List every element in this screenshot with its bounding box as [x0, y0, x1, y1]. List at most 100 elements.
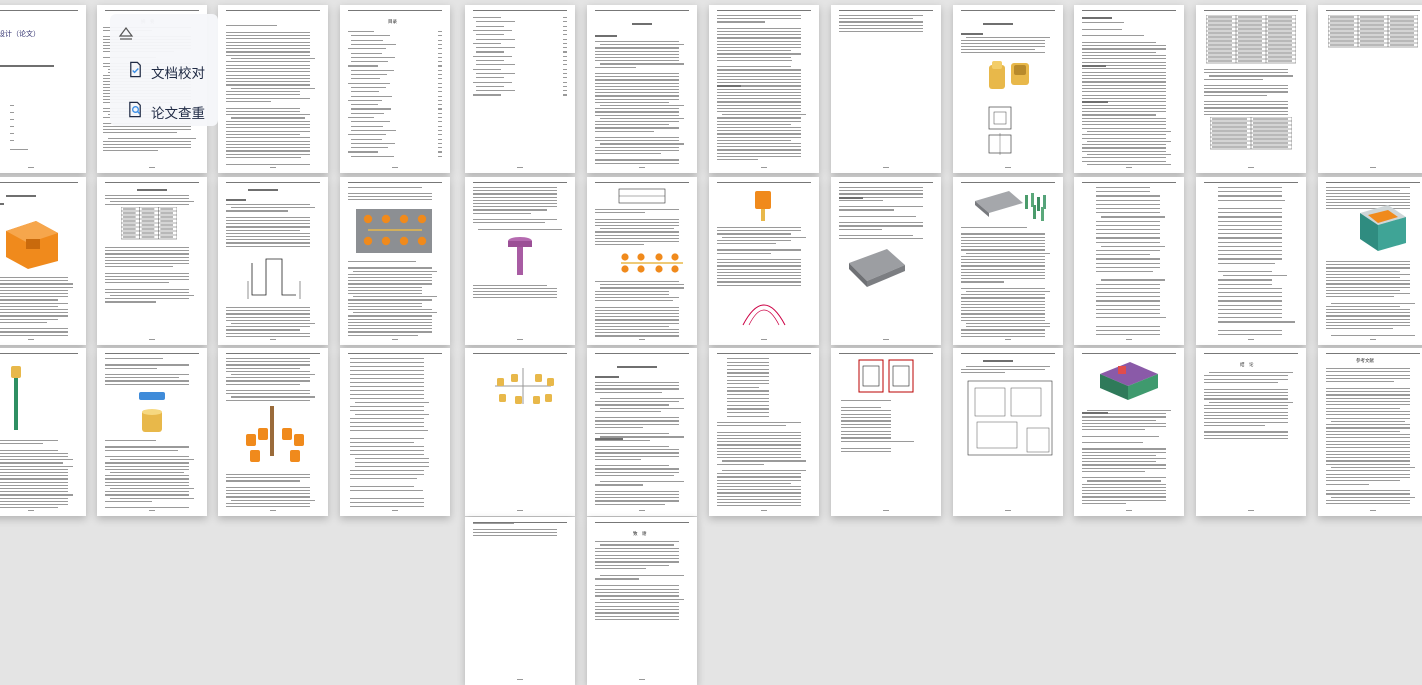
text-line	[1082, 477, 1166, 479]
page-thumbnail[interactable]	[465, 5, 575, 173]
page-thumbnail[interactable]	[831, 348, 941, 516]
page-thumbnail[interactable]	[97, 177, 207, 345]
text-line	[110, 201, 194, 203]
text-line	[595, 382, 679, 384]
page-thumbnail[interactable]	[465, 517, 575, 685]
text-line	[1096, 233, 1160, 235]
text-line	[839, 24, 923, 26]
section-heading	[839, 197, 863, 199]
text-line	[1082, 94, 1166, 96]
page-thumbnail[interactable]	[953, 5, 1063, 173]
text-line	[105, 282, 170, 284]
page-thumbnail[interactable]	[953, 177, 1063, 345]
plagiarism-check-badge[interactable]: 论文查重	[127, 101, 205, 122]
page-thumbnail[interactable]	[0, 177, 86, 345]
page-number	[1248, 166, 1254, 168]
page-thumbnail[interactable]	[1074, 348, 1184, 516]
page-thumbnail[interactable]	[587, 5, 697, 173]
page-thumbnail[interactable]: 结 论	[1196, 348, 1306, 516]
text-line	[600, 598, 684, 600]
text-line	[0, 309, 68, 311]
text-line	[1331, 467, 1415, 469]
proofread-badge[interactable]: 文档校对	[127, 61, 205, 82]
page-thumbnail[interactable]	[1196, 5, 1306, 173]
text-line	[1326, 289, 1400, 291]
text-line	[717, 111, 801, 113]
guide-bush-model	[137, 388, 167, 402]
page-thumbnail[interactable]: 目录	[340, 5, 450, 173]
triangle-icon	[117, 24, 135, 42]
page-thumbnail[interactable]	[1196, 177, 1306, 345]
text-line	[1096, 296, 1160, 298]
text-line	[595, 281, 679, 283]
page-thumbnail[interactable]	[587, 348, 697, 516]
text-line	[727, 408, 769, 410]
text-line	[226, 329, 300, 331]
page-thumbnail[interactable]	[953, 348, 1063, 516]
text-line	[105, 250, 189, 252]
text-line	[348, 286, 422, 288]
page-thumbnail[interactable]	[218, 5, 328, 173]
page-thumbnail[interactable]	[340, 348, 450, 516]
text-line	[0, 478, 68, 480]
page-thumbnail[interactable]	[1318, 5, 1422, 173]
text-line	[839, 228, 883, 230]
text-line	[355, 458, 429, 460]
text-line	[473, 206, 557, 208]
text-line	[717, 120, 801, 122]
text-line	[231, 396, 315, 398]
page-thumbnail[interactable]: 毕业设计（论文）	[0, 5, 86, 173]
text-line	[722, 236, 806, 238]
text-line	[1096, 203, 1160, 205]
page-thumbnail[interactable]	[1318, 177, 1422, 345]
text-line	[961, 259, 1045, 261]
text-line	[1326, 450, 1410, 452]
page-thumbnail[interactable]	[218, 177, 328, 345]
page-number	[1370, 509, 1376, 511]
page-header-rule	[961, 353, 1055, 354]
text-line	[226, 236, 310, 238]
text-line	[1082, 451, 1166, 453]
text-line	[717, 43, 801, 45]
page-thumbnail[interactable]	[0, 348, 86, 516]
page-thumbnail[interactable]	[709, 348, 819, 516]
text-line	[1326, 371, 1410, 373]
page-thumbnail[interactable]	[1074, 5, 1184, 173]
text-line	[350, 382, 424, 384]
page-thumbnail[interactable]	[340, 177, 450, 345]
page-thumbnail[interactable]	[465, 348, 575, 516]
text-line	[595, 401, 679, 403]
text-line	[1204, 101, 1288, 103]
text-line	[1096, 212, 1160, 214]
page-number	[392, 509, 398, 511]
text-line	[961, 43, 1045, 45]
page-thumbnail[interactable]	[831, 177, 941, 345]
text-line	[353, 296, 437, 298]
page-header-rule	[473, 10, 567, 11]
page-number	[1126, 166, 1132, 168]
page-thumbnail[interactable]	[709, 5, 819, 173]
text-line	[231, 499, 315, 501]
page-thumbnail[interactable]: 致 谢	[587, 517, 697, 685]
text-line	[961, 271, 1045, 273]
text-line	[226, 150, 310, 152]
page-header-rule	[595, 182, 689, 183]
text-line	[1082, 58, 1166, 60]
text-line	[105, 494, 189, 496]
text-line	[727, 372, 769, 374]
page-thumbnail[interactable]	[465, 177, 575, 345]
text-line	[1218, 304, 1282, 306]
page-thumbnail[interactable]	[218, 348, 328, 516]
page-thumbnail[interactable]	[1074, 177, 1184, 345]
section-heading	[226, 199, 246, 201]
text-line	[961, 52, 1045, 54]
page-thumbnail[interactable]	[97, 348, 207, 516]
text-line	[350, 502, 424, 504]
text-line	[717, 259, 801, 261]
page-thumbnail[interactable]	[831, 5, 941, 173]
page-thumbnail[interactable]	[709, 177, 819, 345]
page-thumbnail[interactable]	[587, 177, 697, 345]
sprue-bushing-model	[505, 233, 535, 279]
page-thumbnail[interactable]: 参考文献	[1318, 348, 1422, 516]
section-heading	[595, 438, 623, 440]
